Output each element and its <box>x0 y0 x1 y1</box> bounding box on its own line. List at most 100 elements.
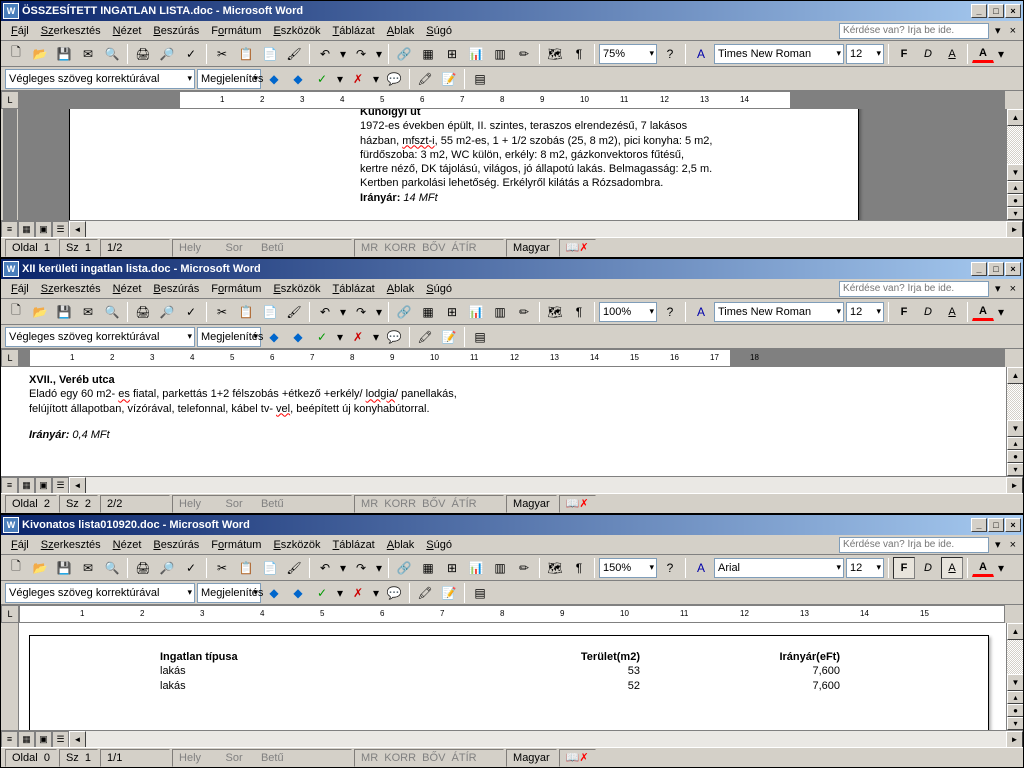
horizontal-ruler[interactable]: L 123456789101112131415 <box>1 605 1023 623</box>
next-change-icon[interactable]: ◆ <box>287 68 309 90</box>
prev-change-icon[interactable]: ◆ <box>263 68 285 90</box>
print-view-button[interactable]: ▣ <box>35 221 52 238</box>
print-view-button[interactable]: ▣ <box>35 477 52 494</box>
open-icon[interactable]: 📂 <box>29 557 51 579</box>
menu-file[interactable]: Fájl <box>5 281 35 297</box>
scroll-left-button[interactable]: ◄ <box>69 731 86 748</box>
comment-icon[interactable]: 💬 <box>383 582 405 604</box>
redo-dropdown[interactable]: ▾ <box>374 557 384 579</box>
font-color-dropdown[interactable]: ▾ <box>996 301 1006 323</box>
scroll-down-button[interactable]: ▼ <box>1007 164 1023 181</box>
underline-button[interactable]: A <box>941 301 963 323</box>
close-button[interactable]: × <box>1005 4 1021 18</box>
save-icon[interactable]: 💾 <box>53 43 75 65</box>
paste-icon[interactable]: 📄 <box>259 43 281 65</box>
minimize-button[interactable]: _ <box>971 262 987 276</box>
question-dropdown[interactable]: ▾ <box>992 282 1004 295</box>
highlight-icon[interactable]: 🖍 <box>414 68 436 90</box>
help-question-input[interactable] <box>839 23 989 39</box>
hyperlink-icon[interactable]: 🔗 <box>393 43 415 65</box>
copy-icon[interactable]: 📋 <box>235 43 257 65</box>
menu-tools[interactable]: Eszközök <box>267 23 326 39</box>
normal-view-button[interactable]: ≡ <box>1 477 18 494</box>
columns-icon[interactable]: ▥ <box>489 43 511 65</box>
new-doc-icon[interactable]: 🗋 <box>5 557 27 579</box>
drawing-icon[interactable]: ✏ <box>513 43 535 65</box>
tables-borders-icon[interactable]: ▦ <box>417 301 439 323</box>
redo-icon[interactable]: ↷ <box>350 301 372 323</box>
preview-icon[interactable]: 🔎 <box>156 43 178 65</box>
menu-window[interactable]: Ablak <box>381 537 421 553</box>
redo-icon[interactable]: ↷ <box>350 557 372 579</box>
highlight-icon[interactable]: 🖍 <box>414 582 436 604</box>
open-icon[interactable]: 📂 <box>29 43 51 65</box>
document-scroll[interactable]: Ingatlan típusa Terület(m2) Irányár(eFt)… <box>19 623 1006 730</box>
outline-view-button[interactable]: ☰ <box>52 221 69 238</box>
menu-format[interactable]: Formátum <box>205 537 267 553</box>
reject-dropdown[interactable]: ▾ <box>371 326 381 348</box>
insert-table-icon[interactable]: ⊞ <box>441 557 463 579</box>
next-change-icon[interactable]: ◆ <box>287 326 309 348</box>
menu-table[interactable]: Táblázat <box>327 281 381 297</box>
vertical-scrollbar[interactable]: ▲ ▼ ▴ ● ▾ <box>1006 367 1023 476</box>
font-color-icon[interactable]: A <box>690 301 712 323</box>
highlight-icon[interactable]: 🖍 <box>414 326 436 348</box>
next-page-button[interactable]: ▾ <box>1007 717 1023 730</box>
reject-icon[interactable]: ✗ <box>347 68 369 90</box>
copy-icon[interactable]: 📋 <box>235 301 257 323</box>
menu-tools[interactable]: Eszközök <box>267 537 326 553</box>
search-icon[interactable]: 🔍 <box>101 43 123 65</box>
scroll-up-button[interactable]: ▲ <box>1007 623 1023 640</box>
hyperlink-icon[interactable]: 🔗 <box>393 557 415 579</box>
help-icon[interactable]: ? <box>659 43 681 65</box>
titlebar[interactable]: W XII kerületi ingatlan lista.doc - Micr… <box>1 259 1023 279</box>
spellcheck-icon[interactable]: ✓ <box>180 301 202 323</box>
open-icon[interactable]: 📂 <box>29 301 51 323</box>
vertical-ruler[interactable] <box>1 109 19 220</box>
prev-page-button[interactable]: ▴ <box>1007 181 1023 194</box>
show-marks-icon[interactable]: ¶ <box>568 43 590 65</box>
scroll-left-button[interactable]: ◄ <box>69 477 86 494</box>
excel-icon[interactable]: 📊 <box>465 301 487 323</box>
print-icon[interactable]: 🖨 <box>132 301 154 323</box>
prev-change-icon[interactable]: ◆ <box>263 326 285 348</box>
font-color-icon[interactable]: A <box>690 557 712 579</box>
new-doc-icon[interactable]: 🗋 <box>5 43 27 65</box>
mail-icon[interactable]: ✉ <box>77 557 99 579</box>
font-color-button[interactable]: A <box>972 44 994 63</box>
track-changes-combo[interactable]: Végleges szöveg korrektúrával <box>5 327 195 347</box>
vertical-scrollbar[interactable]: ▲ ▼ ▴ ● ▾ <box>1006 109 1023 220</box>
reject-icon[interactable]: ✗ <box>347 582 369 604</box>
scroll-left-button[interactable]: ◄ <box>69 221 86 238</box>
horizontal-scrollbar[interactable]: ≡ ▦ ▣ ☰ ◄ ► <box>1 730 1023 747</box>
scroll-down-button[interactable]: ▼ <box>1007 674 1023 691</box>
format-painter-icon[interactable]: 🖌 <box>283 43 305 65</box>
display-combo[interactable]: Megjelenítés <box>197 583 261 603</box>
drawing-icon[interactable]: ✏ <box>513 557 535 579</box>
underline-button[interactable]: A <box>941 43 963 65</box>
font-combo[interactable]: Times New Roman <box>714 44 844 64</box>
display-combo[interactable]: Megjelenítés <box>197 69 261 89</box>
docmap-icon[interactable]: 🗺 <box>544 43 566 65</box>
font-color-icon[interactable]: A <box>690 43 712 65</box>
help-question-input[interactable] <box>839 281 989 297</box>
review-pane-icon[interactable]: ▤ <box>469 326 491 348</box>
scroll-up-button[interactable]: ▲ <box>1007 367 1023 384</box>
paste-icon[interactable]: 📄 <box>259 301 281 323</box>
menu-window[interactable]: Ablak <box>381 23 421 39</box>
question-close[interactable]: × <box>1007 283 1019 295</box>
question-close[interactable]: × <box>1007 539 1019 551</box>
bold-button[interactable]: F <box>893 43 915 65</box>
menu-table[interactable]: Táblázat <box>327 537 381 553</box>
excel-icon[interactable]: 📊 <box>465 557 487 579</box>
copy-icon[interactable]: 📋 <box>235 557 257 579</box>
accept-dropdown[interactable]: ▾ <box>335 68 345 90</box>
scroll-down-button[interactable]: ▼ <box>1007 420 1023 437</box>
cut-icon[interactable]: ✂ <box>211 557 233 579</box>
maximize-button[interactable]: □ <box>988 4 1004 18</box>
vertical-scrollbar[interactable]: ▲ ▼ ▴ ● ▾ <box>1006 623 1023 730</box>
status-spell-icon[interactable]: 📖✗ <box>559 239 596 257</box>
bold-button[interactable]: F <box>893 557 915 579</box>
prev-page-button[interactable]: ▴ <box>1007 691 1023 704</box>
spellcheck-icon[interactable]: ✓ <box>180 43 202 65</box>
